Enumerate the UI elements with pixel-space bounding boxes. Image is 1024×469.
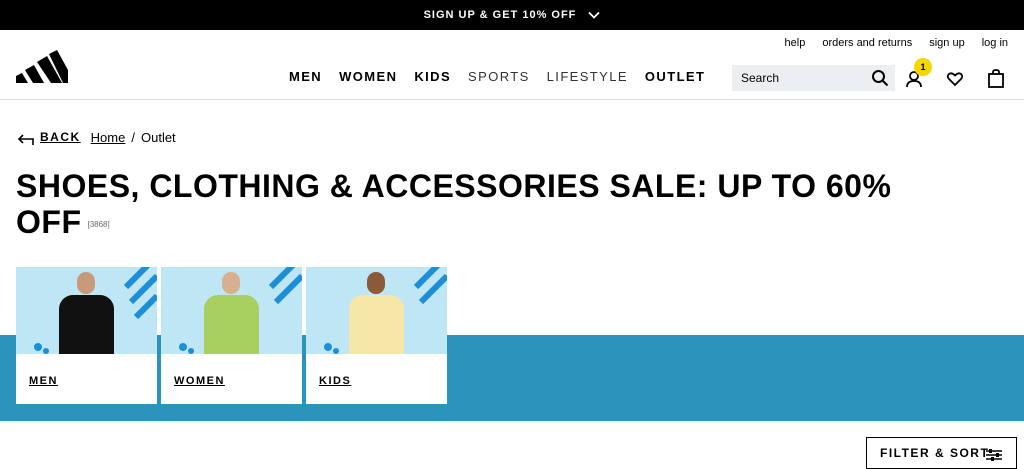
promo-text[interactable]: SIGN UP & GET 10% OFF: [424, 9, 577, 21]
utility-nav: help orders and returns sign up log in: [785, 37, 1008, 49]
category-label-men[interactable]: MEN: [29, 375, 58, 387]
breadcrumb-home[interactable]: Home: [91, 130, 126, 145]
header-divider: [0, 99, 1024, 100]
model-head: [367, 272, 385, 294]
heart-icon[interactable]: [946, 70, 964, 88]
back-arrow-icon[interactable]: [18, 134, 34, 146]
filter-icon: [986, 449, 1002, 461]
filter-sort-button[interactable]: FILTER & SORT: [866, 437, 1017, 469]
category-label-kids[interactable]: KIDS: [319, 375, 351, 387]
orders-link[interactable]: orders and returns: [822, 37, 912, 49]
breadcrumb: BACK Home / Outlet: [18, 128, 176, 146]
filter-sort-label: FILTER & SORT: [880, 446, 990, 460]
main-nav: MEN WOMEN KIDS SPORTS LIFESTYLE OUTLET: [289, 69, 705, 84]
back-link[interactable]: BACK: [40, 130, 81, 144]
nav-outlet[interactable]: OUTLET: [645, 69, 705, 84]
nav-men[interactable]: MEN: [289, 69, 322, 84]
bag-icon[interactable]: [987, 69, 1005, 88]
nav-sports[interactable]: SPORTS: [468, 69, 530, 84]
chevron-down-icon[interactable]: [588, 9, 601, 21]
help-link[interactable]: help: [785, 37, 806, 49]
page-title: SHOES, CLOTHING & ACCESSORIES SALE: UP T…: [16, 168, 976, 243]
category-image-kids[interactable]: [306, 267, 447, 354]
model-shirt: [59, 295, 114, 354]
breadcrumb-separator: /: [131, 129, 135, 145]
product-count: [3868]: [87, 219, 110, 229]
model-head: [77, 272, 95, 294]
nav-lifestyle[interactable]: LIFESTYLE: [547, 69, 628, 84]
signup-link[interactable]: sign up: [929, 37, 964, 49]
model-head: [222, 272, 240, 294]
page-title-text: SHOES, CLOTHING & ACCESSORIES SALE: UP T…: [16, 168, 892, 240]
search-box: [732, 65, 895, 91]
adidas-logo[interactable]: [16, 50, 68, 84]
nav-kids[interactable]: KIDS: [414, 69, 451, 84]
model-shirt: [204, 295, 259, 354]
login-link[interactable]: log in: [982, 37, 1008, 49]
category-image-men[interactable]: [16, 267, 157, 354]
search-input[interactable]: [741, 71, 861, 85]
nav-women[interactable]: WOMEN: [339, 69, 397, 84]
model-shirt: [349, 295, 404, 354]
category-card-kids[interactable]: KIDS: [306, 267, 447, 404]
breadcrumb-current: Outlet: [140, 129, 176, 145]
account-badge: 1: [914, 58, 932, 76]
category-card-women[interactable]: WOMEN: [161, 267, 302, 404]
promo-bar[interactable]: SIGN UP & GET 10% OFF: [0, 0, 1024, 30]
category-card-men[interactable]: MEN: [16, 267, 157, 404]
search-icon[interactable]: [871, 69, 889, 87]
category-label-women[interactable]: WOMEN: [174, 375, 225, 387]
category-image-women[interactable]: [161, 267, 302, 354]
